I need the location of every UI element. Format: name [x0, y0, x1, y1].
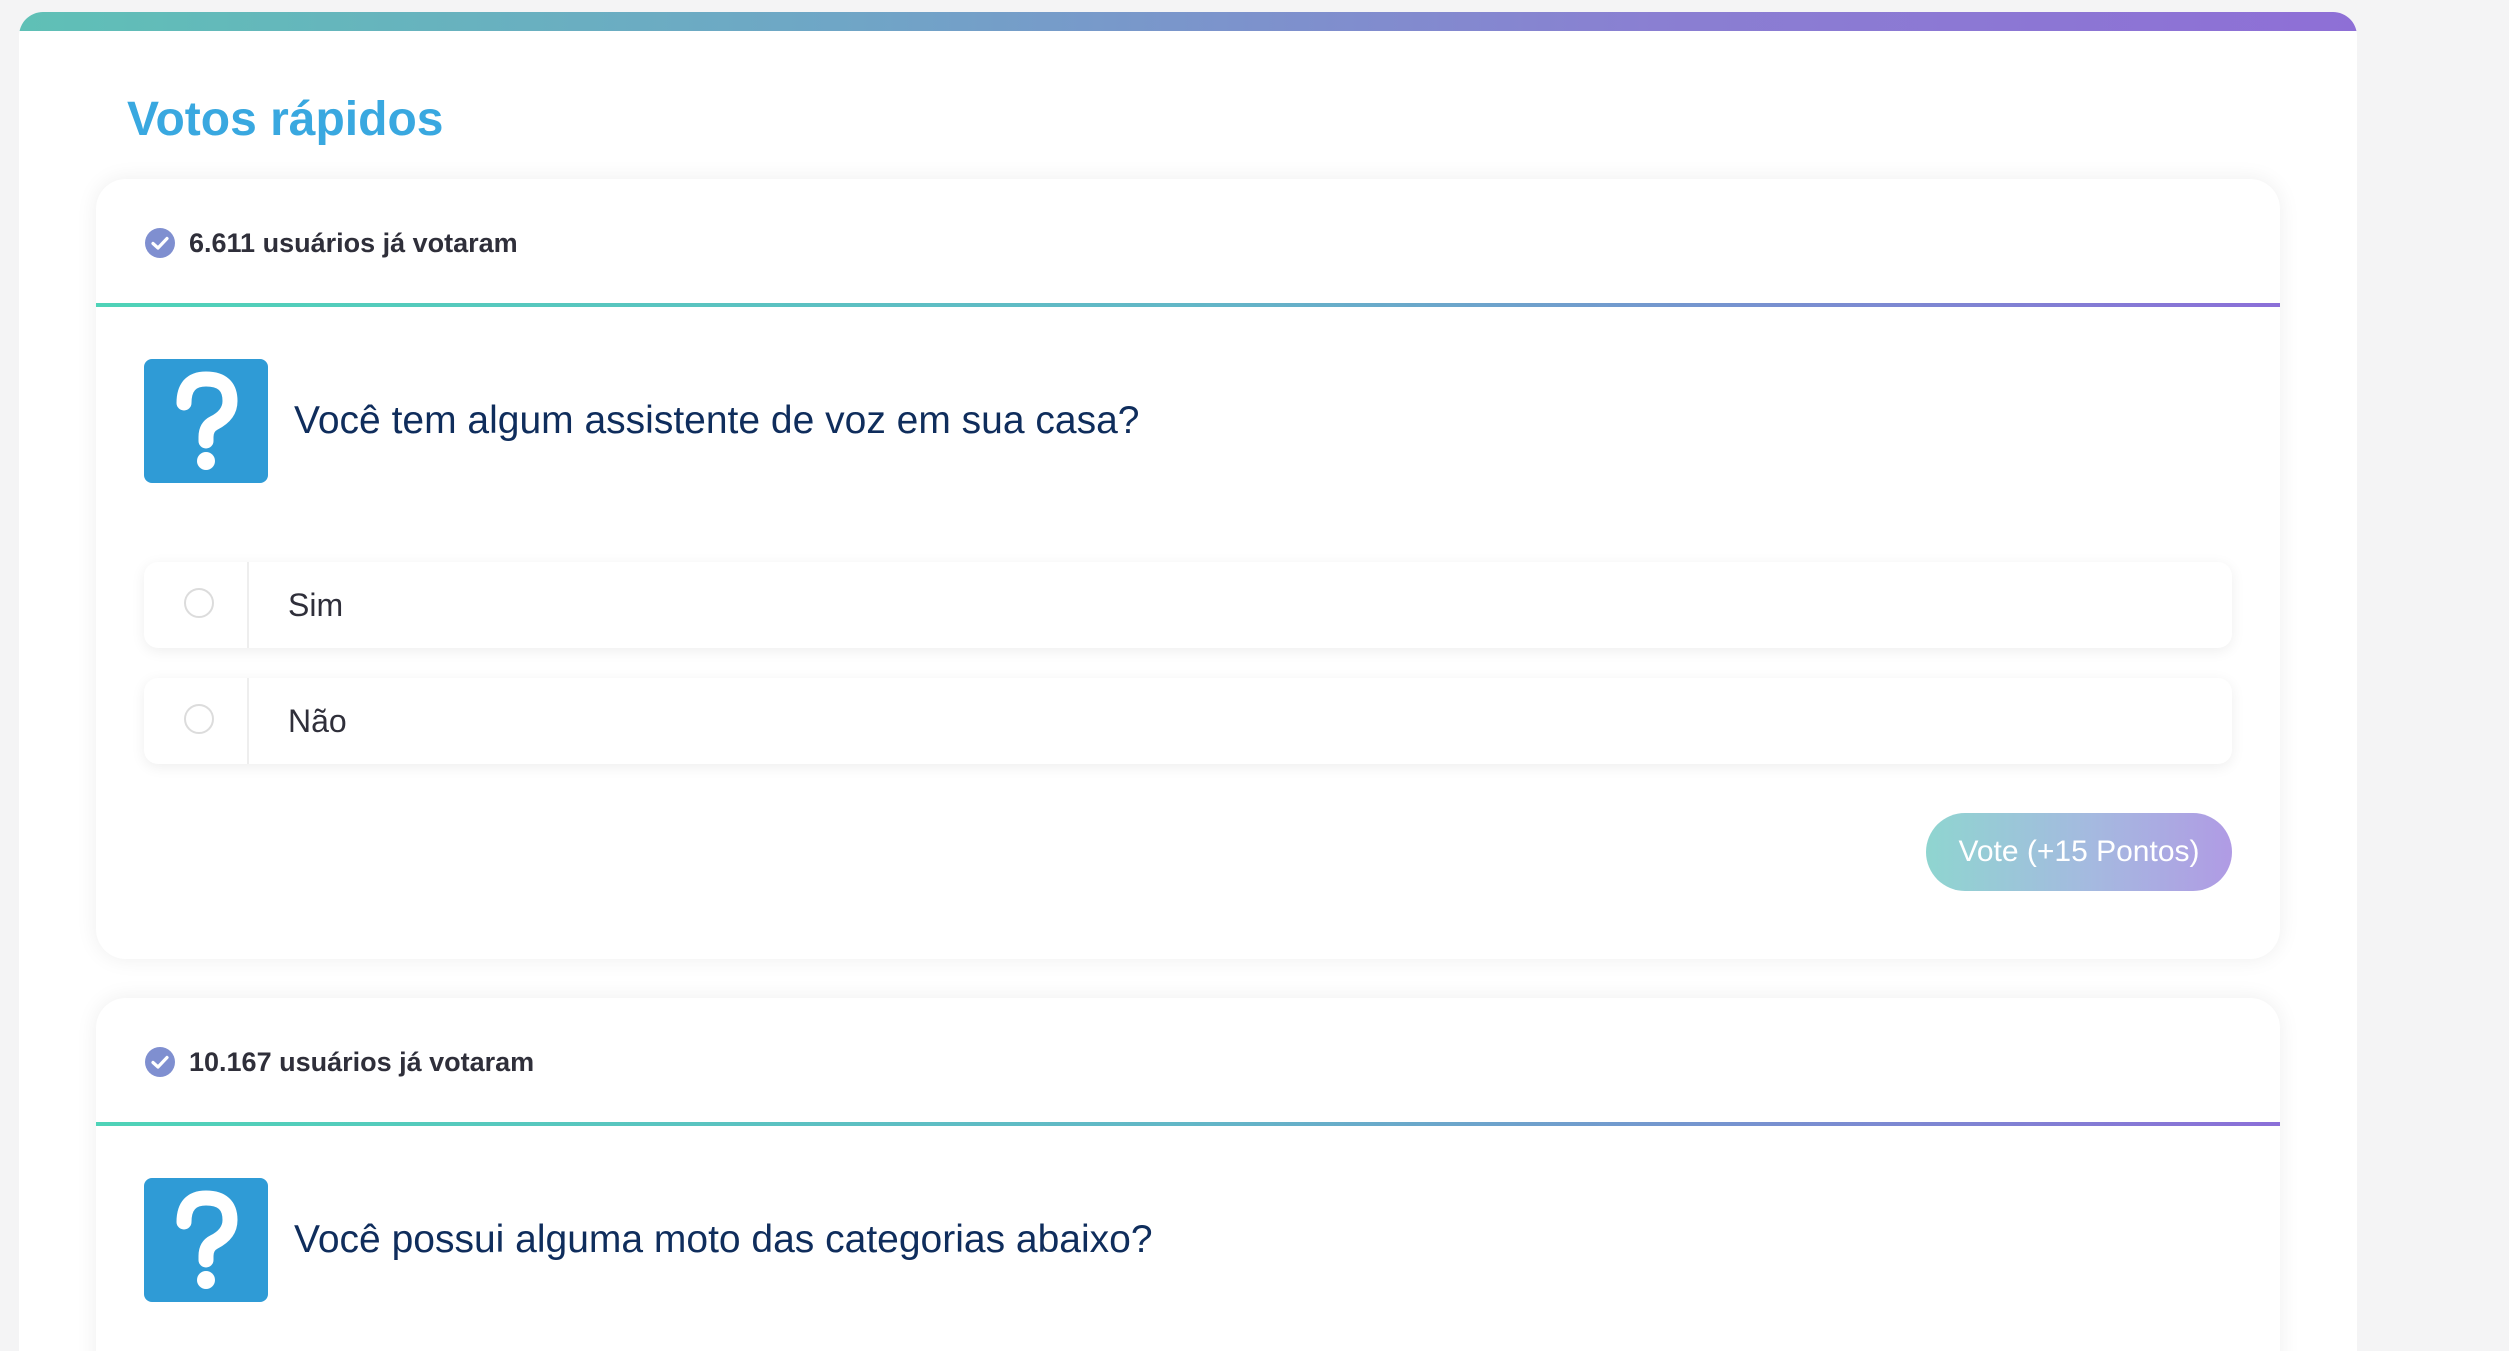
poll-option[interactable]: Não — [144, 678, 2232, 764]
panel-gradient-bar — [19, 12, 2357, 31]
voters-count: 10.167 usuários já votaram — [189, 1047, 535, 1077]
poll-card-header: 10.167 usuários já votaram — [96, 998, 2280, 1126]
question-mark-icon — [144, 359, 268, 483]
poll-card: 10.167 usuários já votaram Você possui a… — [96, 998, 2280, 1351]
option-label: Sim — [288, 587, 344, 623]
poll-question: Você tem algum assistente de voz em sua … — [294, 399, 1140, 442]
poll-option[interactable]: Sim — [144, 562, 2232, 648]
question-row: Você tem algum assistente de voz em sua … — [96, 307, 2280, 487]
section-title: Votos rápidos — [127, 93, 444, 146]
question-row: Você possui alguma moto das categorias a… — [96, 1126, 2280, 1306]
check-circle-icon — [145, 228, 175, 258]
poll-card: 6.611 usuários já votaram Você tem algum… — [96, 179, 2280, 959]
radio-unchecked-icon[interactable] — [144, 678, 249, 764]
question-mark-icon — [144, 1178, 268, 1302]
poll-question: Você possui alguma moto das categorias a… — [294, 1218, 1153, 1261]
quick-votes-panel: Votos rápidos 6.611 usuários já votaram … — [19, 12, 2357, 1351]
radio-unchecked-icon[interactable] — [144, 562, 249, 648]
option-label: Não — [288, 703, 347, 739]
poll-card-header: 6.611 usuários já votaram — [96, 179, 2280, 307]
check-circle-icon — [145, 1047, 175, 1077]
voters-count: 6.611 usuários já votaram — [189, 228, 518, 258]
vote-button[interactable]: Vote (+15 Pontos) — [1926, 813, 2232, 891]
